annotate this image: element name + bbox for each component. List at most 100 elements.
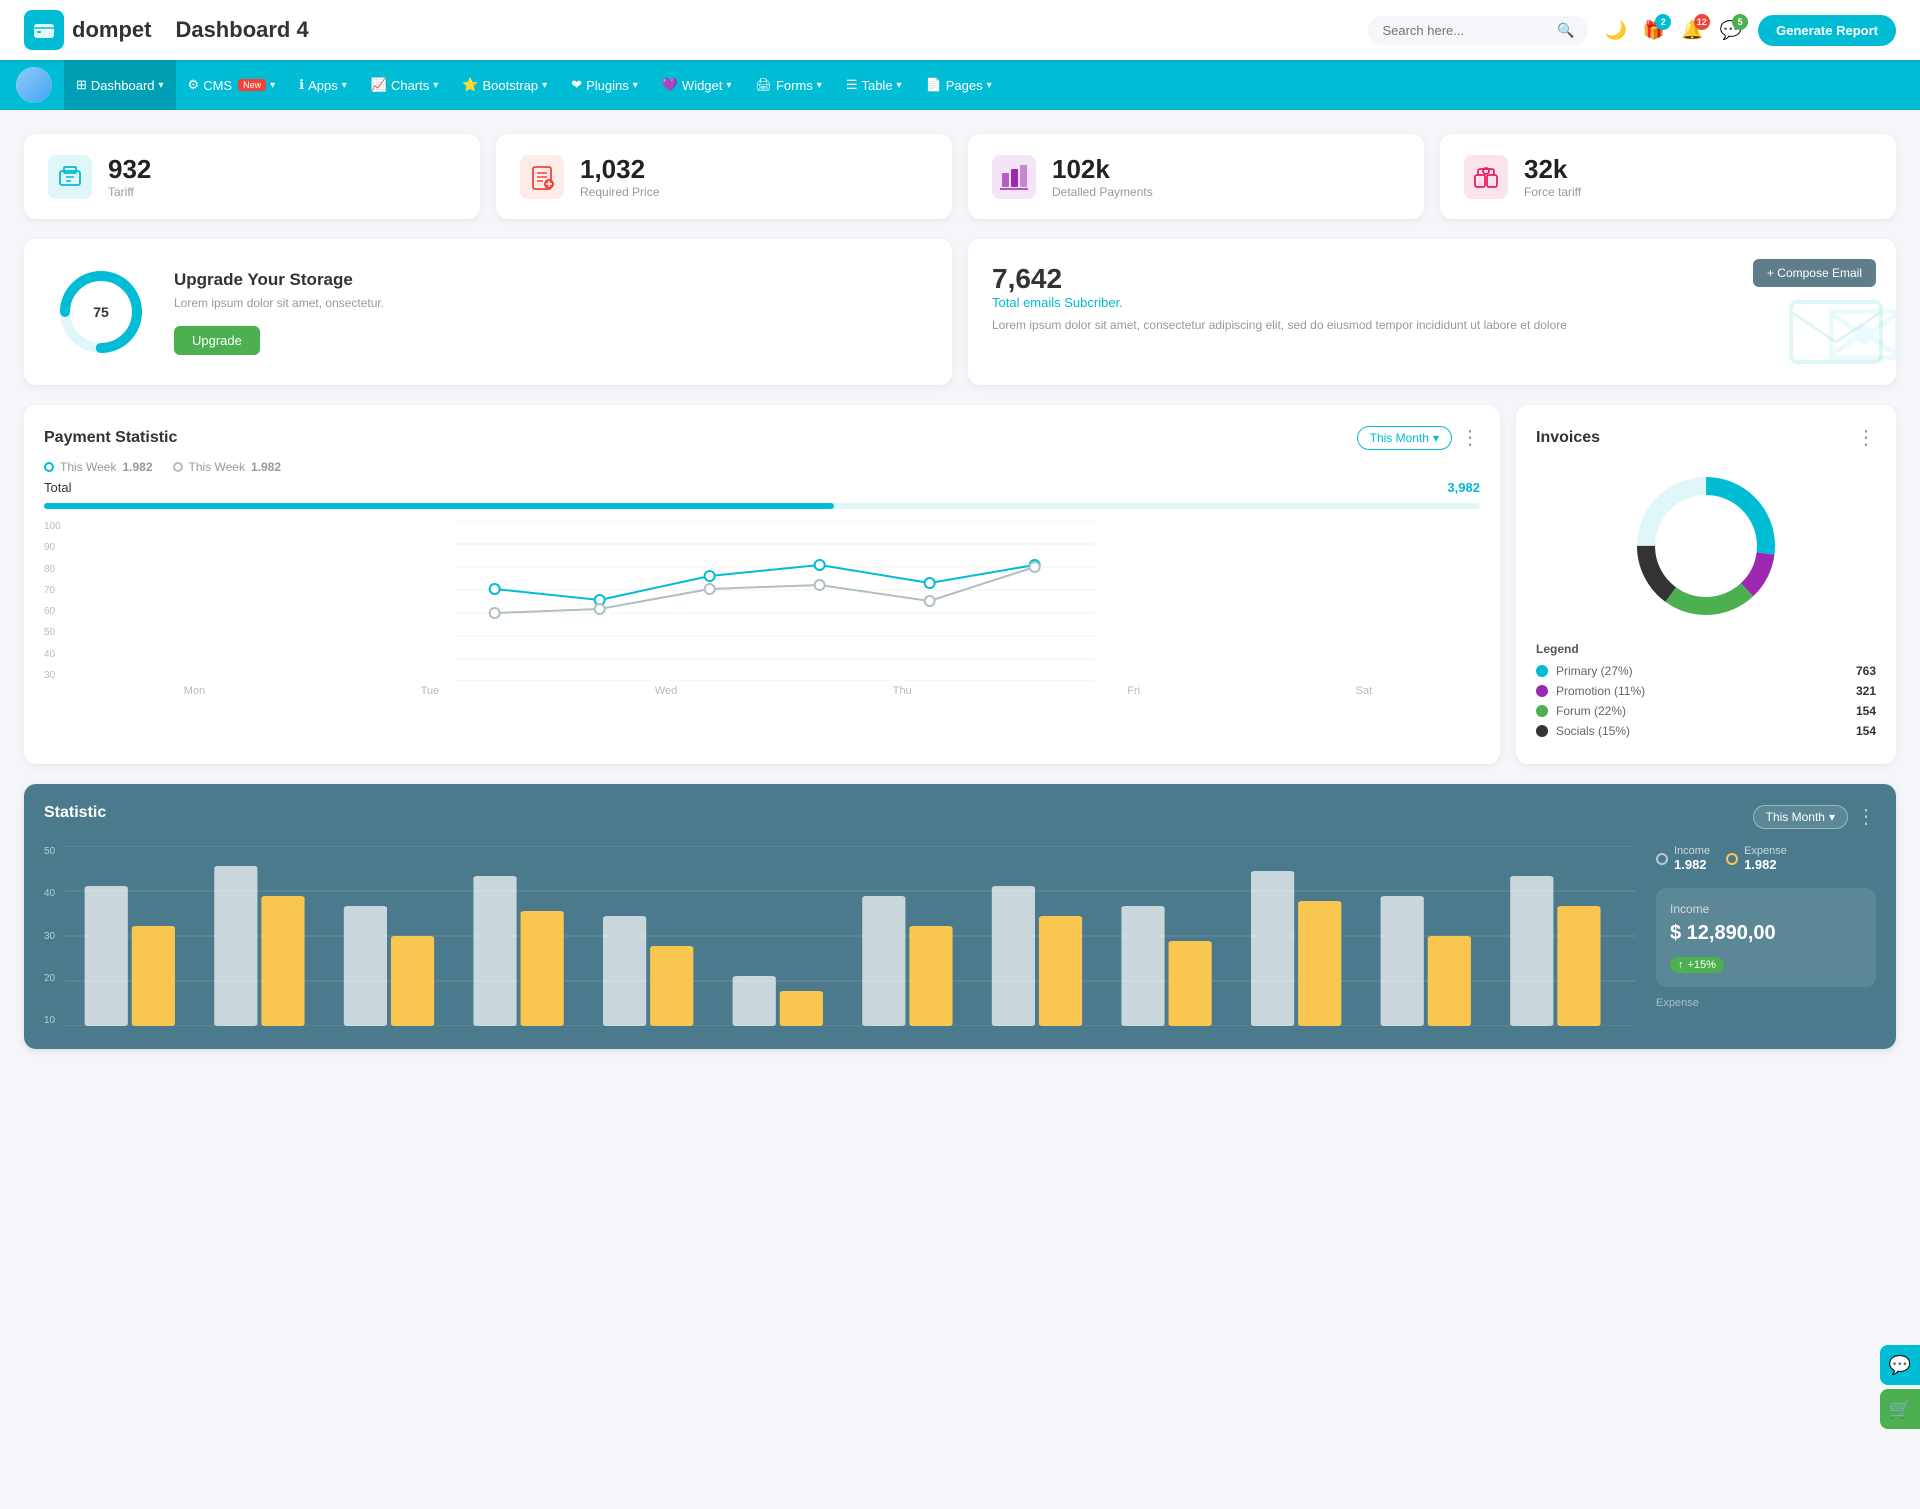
legend-color-primary bbox=[1536, 665, 1548, 677]
invoices-donut-chart bbox=[1536, 466, 1876, 626]
payment-card: Payment Statistic This Month ▾ ⋮ This We… bbox=[24, 405, 1500, 764]
page-title: Dashboard 4 bbox=[175, 17, 1368, 43]
payment-progress-fill bbox=[44, 503, 834, 509]
logo-text: dompet bbox=[72, 17, 151, 43]
storage-card: 75 Upgrade Your Storage Lorem ipsum dolo… bbox=[24, 239, 952, 385]
payment-legend: This Week 1.982 This Week 1.982 bbox=[44, 460, 1480, 474]
invoices-header: Invoices ⋮ bbox=[1536, 425, 1876, 450]
payment-more-button[interactable]: ⋮ bbox=[1460, 425, 1480, 450]
sidebar-item-dashboard[interactable]: ⊞ Dashboard ▾ bbox=[64, 60, 176, 110]
chevron-down-icon-payment: ▾ bbox=[1433, 431, 1439, 445]
detailed-payments-number: 102k bbox=[1052, 154, 1153, 185]
payment-title: Payment Statistic bbox=[44, 429, 1357, 447]
chevron-down-icon-bootstrap: ▾ bbox=[542, 80, 547, 91]
navbar: ⊞ Dashboard ▾ ⚙ CMS New ▾ ℹ Apps ▾ 📈 Cha… bbox=[0, 60, 1920, 110]
sidebar-item-widget[interactable]: 💜 Widget ▾ bbox=[650, 60, 744, 110]
sidebar-item-plugins[interactable]: ❤ Plugins ▾ bbox=[559, 60, 650, 110]
statistic-more-button[interactable]: ⋮ bbox=[1856, 804, 1876, 829]
search-icon: 🔍 bbox=[1557, 22, 1574, 39]
statistic-card: Statistic 1020304050 bbox=[24, 784, 1896, 1049]
arrow-up-icon: ↑ bbox=[1678, 959, 1684, 971]
sidebar-item-forms[interactable]: 🖨 Forms ▾ bbox=[743, 60, 833, 110]
stat-cards-row: 932 Tariff 1,032 Required Price bbox=[24, 134, 1896, 219]
legend-label-primary: Primary (27%) bbox=[1556, 664, 1856, 678]
email-description: Lorem ipsum dolor sit amet, consectetur … bbox=[992, 318, 1872, 332]
bell-badge: 12 bbox=[1694, 14, 1710, 30]
sidebar-item-charts[interactable]: 📈 Charts ▾ bbox=[359, 60, 451, 110]
legend-dot-gray bbox=[173, 462, 183, 472]
stat-card-required-price: 1,032 Required Price bbox=[496, 134, 952, 219]
invoices-title: Invoices bbox=[1536, 429, 1856, 447]
chat-icon[interactable]: 💬 5 bbox=[1720, 20, 1742, 41]
float-cart-button[interactable]: 🛒 bbox=[1880, 1389, 1920, 1429]
invoices-legend-title: Legend bbox=[1536, 642, 1876, 656]
chevron-down-icon-statistic: ▾ bbox=[1829, 810, 1835, 824]
widget-icon: 💜 bbox=[662, 77, 678, 93]
legend-label-promotion: Promotion (11%) bbox=[1556, 684, 1856, 698]
expense-section-label: Expense bbox=[1656, 997, 1876, 1009]
legend-row-promotion: Promotion (11%) 321 bbox=[1536, 684, 1876, 698]
legend-item-week2: This Week 1.982 bbox=[173, 460, 282, 474]
income-change-badge: ↑ +15% bbox=[1670, 957, 1724, 973]
nav-avatar bbox=[16, 67, 52, 103]
apps-icon: ℹ bbox=[299, 77, 304, 93]
charts-icon: 📈 bbox=[371, 77, 387, 93]
statistic-legends: Income 1.982 Expense 1.982 bbox=[1656, 845, 1876, 872]
search-box[interactable]: 🔍 bbox=[1368, 16, 1588, 45]
income-box-title: Income bbox=[1670, 902, 1862, 916]
generate-report-button[interactable]: Generate Report bbox=[1758, 15, 1896, 46]
tariff-icon bbox=[48, 155, 92, 199]
gift-icon[interactable]: 🎁 2 bbox=[1643, 20, 1665, 41]
upgrade-button[interactable]: Upgrade bbox=[174, 326, 260, 355]
plugins-icon: ❤ bbox=[571, 77, 582, 93]
total-value: 3,982 bbox=[1447, 480, 1480, 495]
legend-row-forum: Forum (22%) 154 bbox=[1536, 704, 1876, 718]
cms-new-badge: New bbox=[238, 79, 266, 91]
legend-dot-teal bbox=[44, 462, 54, 472]
legend-label-forum: Forum (22%) bbox=[1556, 704, 1856, 718]
main-content: 932 Tariff 1,032 Required Price bbox=[0, 110, 1920, 1073]
stat-card-tariff: 932 Tariff bbox=[24, 134, 480, 219]
sidebar-item-cms[interactable]: ⚙ CMS New ▾ bbox=[176, 60, 288, 110]
search-input[interactable] bbox=[1382, 23, 1549, 38]
income-box: Income $ 12,890,00 ↑ +15% bbox=[1656, 888, 1876, 987]
chevron-down-icon-widget: ▾ bbox=[726, 80, 731, 91]
income-legend-label: Income bbox=[1674, 845, 1710, 857]
storage-title: Upgrade Your Storage bbox=[174, 270, 384, 290]
legend-val-promotion: 321 bbox=[1856, 684, 1876, 698]
legend-color-forum bbox=[1536, 705, 1548, 717]
payment-total-row: Total 3,982 bbox=[44, 480, 1480, 495]
chevron-down-icon-apps: ▾ bbox=[342, 80, 347, 91]
income-amount: $ 12,890,00 bbox=[1670, 922, 1862, 945]
legend-val-forum: 154 bbox=[1856, 704, 1876, 718]
invoices-more-button[interactable]: ⋮ bbox=[1856, 425, 1876, 450]
sidebar-item-pages[interactable]: 📄 Pages ▾ bbox=[914, 60, 1004, 110]
forms-icon: 🖨 bbox=[755, 77, 772, 93]
total-label: Total bbox=[44, 480, 71, 495]
chevron-down-icon: ▾ bbox=[159, 80, 164, 91]
income-legend-value: 1.982 bbox=[1674, 857, 1710, 872]
sidebar-item-bootstrap[interactable]: ⭐ Bootstrap ▾ bbox=[450, 60, 559, 110]
floating-buttons: 💬 🛒 bbox=[1880, 1345, 1920, 1429]
statistic-month-button[interactable]: This Month ▾ bbox=[1753, 805, 1848, 829]
this-month-button[interactable]: This Month ▾ bbox=[1357, 426, 1452, 450]
sidebar-item-apps[interactable]: ℹ Apps ▾ bbox=[287, 60, 359, 110]
tariff-label: Tariff bbox=[108, 185, 151, 199]
moon-icon[interactable]: 🌙 bbox=[1604, 20, 1626, 41]
expense-legend-dot bbox=[1726, 853, 1738, 865]
expense-legend-label: Expense bbox=[1744, 845, 1787, 857]
pages-icon: 📄 bbox=[926, 77, 942, 93]
force-tariff-label: Force tariff bbox=[1524, 185, 1581, 199]
legend-color-promotion bbox=[1536, 685, 1548, 697]
email-sub-label: Total emails Subcriber. bbox=[992, 295, 1872, 310]
bell-icon[interactable]: 🔔 12 bbox=[1681, 20, 1703, 41]
middle-row: 75 Upgrade Your Storage Lorem ipsum dolo… bbox=[24, 239, 1896, 385]
required-price-icon bbox=[520, 155, 564, 199]
payment-invoices-row: Payment Statistic This Month ▾ ⋮ This We… bbox=[24, 405, 1896, 764]
sidebar-item-table[interactable]: ☰ Table ▾ bbox=[834, 60, 914, 110]
gift-badge: 2 bbox=[1655, 14, 1671, 30]
legend-row-primary: Primary (27%) 763 bbox=[1536, 664, 1876, 678]
detailed-payments-icon bbox=[992, 155, 1036, 199]
statistic-title: Statistic bbox=[44, 804, 106, 822]
float-chat-button[interactable]: 💬 bbox=[1880, 1345, 1920, 1385]
